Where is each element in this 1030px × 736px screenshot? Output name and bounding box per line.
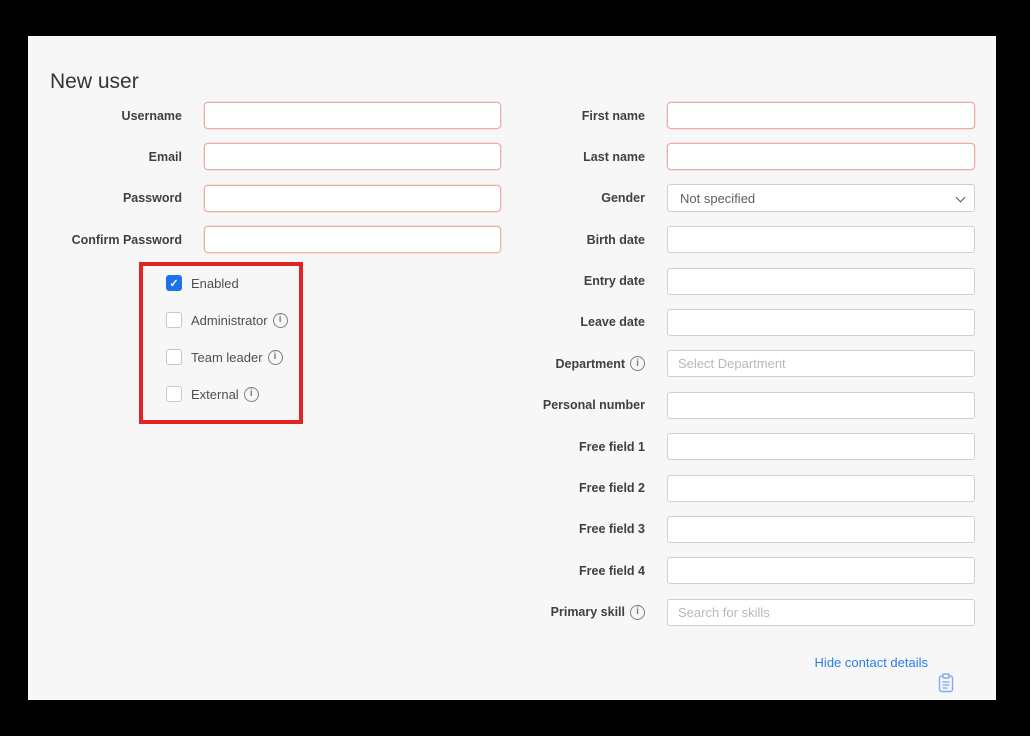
entry-date-input[interactable] [667,268,975,295]
birth-date-label: Birth date [513,233,645,247]
form-row-last-name: Last name [513,143,975,170]
email-label: Email [48,150,182,164]
checkbox-row-team-leader: Team leader i [166,349,299,365]
form-row-leave-date: Leave date [513,309,975,336]
enabled-checkbox-label: Enabled [191,276,239,291]
external-checkbox[interactable] [166,386,182,402]
team-leader-checkbox[interactable] [166,349,182,365]
left-form-column: Username Email Password Confirm Password [48,102,501,268]
form-row-free-field-1: Free field 1 [513,433,975,460]
form-row-confirm-password: Confirm Password [48,226,501,253]
department-label: Department i [513,356,645,371]
free-field-3-input[interactable] [667,516,975,543]
new-user-card: New user Username Email Password Confirm… [28,36,996,700]
personal-number-label: Personal number [513,398,645,412]
password-input[interactable] [204,185,501,212]
team-leader-info-icon[interactable]: i [268,350,283,365]
annotation-highlight-box: ✓ Enabled Administrator i Team leader i … [139,262,303,424]
primary-skill-info-icon[interactable]: i [630,605,645,620]
form-row-free-field-2: Free field 2 [513,475,975,502]
last-name-input[interactable] [667,143,975,170]
form-row-free-field-3: Free field 3 [513,516,975,543]
department-label-text: Department [556,357,625,371]
email-input[interactable] [204,143,501,170]
username-input[interactable] [204,102,501,129]
free-field-2-label: Free field 2 [513,481,645,495]
form-row-password: Password [48,185,501,212]
free-field-1-input[interactable] [667,433,975,460]
form-row-free-field-4: Free field 4 [513,557,975,584]
personal-number-input[interactable] [667,392,975,419]
external-info-icon[interactable]: i [244,387,259,402]
gender-select[interactable]: Not specified [667,184,975,212]
administrator-checkbox[interactable] [166,312,182,328]
checkbox-row-administrator: Administrator i [166,312,299,328]
hide-contact-details-link[interactable]: Hide contact details [815,655,928,670]
first-name-label: First name [513,109,645,123]
right-form-column: First name Last name Gender Not specifie… [513,102,975,640]
form-row-first-name: First name [513,102,975,129]
free-field-2-input[interactable] [667,475,975,502]
department-input[interactable] [667,350,975,377]
enabled-checkbox[interactable]: ✓ [166,275,182,291]
first-name-input[interactable] [667,102,975,129]
department-info-icon[interactable]: i [630,356,645,371]
primary-skill-input[interactable] [667,599,975,626]
gender-select-wrap: Not specified [667,184,975,212]
username-label: Username [48,109,182,123]
confirm-password-label: Confirm Password [48,233,182,247]
administrator-checkbox-label: Administrator [191,313,268,328]
password-label: Password [48,191,182,205]
team-leader-checkbox-label: Team leader [191,350,263,365]
form-row-personal-number: Personal number [513,392,975,419]
primary-skill-label-text: Primary skill [551,605,625,619]
external-checkbox-label: External [191,387,239,402]
birth-date-input[interactable] [667,226,975,253]
form-row-department: Department i [513,350,975,377]
confirm-password-input[interactable] [204,226,501,253]
footer-actions: Hide contact details [815,654,955,698]
administrator-info-icon[interactable]: i [273,313,288,328]
primary-skill-label: Primary skill i [513,605,645,620]
leave-date-label: Leave date [513,315,645,329]
page-title: New user [50,70,139,94]
free-field-4-label: Free field 4 [513,564,645,578]
free-field-3-label: Free field 3 [513,522,645,536]
leave-date-input[interactable] [667,309,975,336]
free-field-4-input[interactable] [667,557,975,584]
form-row-primary-skill: Primary skill i [513,599,975,626]
entry-date-label: Entry date [513,274,645,288]
form-row-email: Email [48,143,501,170]
clipboard-icon[interactable] [937,673,955,693]
form-row-gender: Gender Not specified [513,185,975,212]
checkbox-row-enabled: ✓ Enabled [166,275,299,291]
checkbox-row-external: External i [166,386,299,402]
last-name-label: Last name [513,150,645,164]
gender-label: Gender [513,191,645,205]
free-field-1-label: Free field 1 [513,440,645,454]
form-row-birth-date: Birth date [513,226,975,253]
form-row-username: Username [48,102,501,129]
form-row-entry-date: Entry date [513,268,975,295]
